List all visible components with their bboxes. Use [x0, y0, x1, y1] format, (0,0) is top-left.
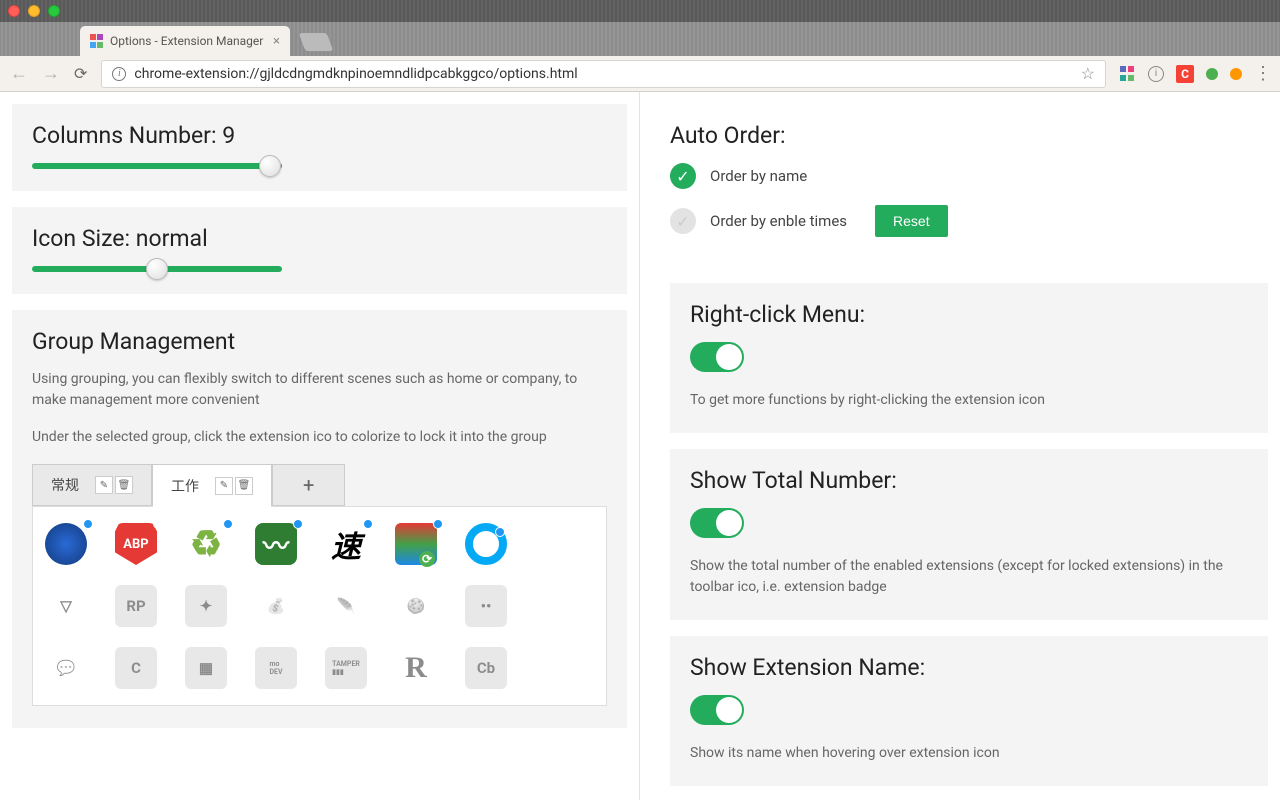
ext-reload-icon[interactable]: [395, 523, 437, 565]
extname-title: Show Extension Name:: [690, 654, 1248, 681]
columns-title: Columns Number: 9: [32, 122, 607, 149]
ext-activity-icon[interactable]: [255, 523, 297, 565]
browser-tabbar: Options - Extension Manager ×: [0, 22, 1280, 56]
ext-feather-icon[interactable]: 🪶: [325, 585, 367, 627]
left-column: Columns Number: 9 Icon Size: normal Grou…: [0, 92, 640, 800]
autoorder-title: Auto Order:: [670, 122, 1268, 149]
ext-wechat-icon[interactable]: 💬: [45, 647, 87, 689]
rightclick-desc: To get more functions by right-clicking …: [690, 390, 1248, 411]
window-titlebar: [0, 0, 1280, 22]
ext-speed-icon[interactable]: [325, 523, 367, 565]
group-tab-normal-label: 常规: [51, 475, 79, 495]
ext-rp-icon[interactable]: RP: [115, 585, 157, 627]
ext-1password-icon[interactable]: [45, 523, 87, 565]
radio-selected-icon: ✓: [670, 163, 696, 189]
ext-c-icon[interactable]: C: [1176, 65, 1194, 83]
show-total-number-section: Show Total Number: Show the total number…: [670, 449, 1268, 620]
site-info-icon[interactable]: i: [112, 67, 126, 81]
group-desc-1: Using grouping, you can flexibly switch …: [32, 369, 607, 411]
group-tabs: 常规 ✎ 🗑 工作 ✎ 🗑 +: [32, 464, 607, 507]
columns-slider-thumb[interactable]: [259, 155, 281, 177]
ext-recycle-icon[interactable]: [185, 523, 227, 565]
ext-funnel-icon[interactable]: ▽: [45, 585, 87, 627]
radio-order-by-name[interactable]: ✓ Order by name: [670, 163, 1268, 189]
tab-title: Options - Extension Manager: [110, 34, 263, 48]
ext-r-icon[interactable]: R: [395, 647, 437, 689]
extname-desc: Show its name when hovering over extensi…: [690, 743, 1248, 764]
radio-times-label: Order by enble times: [710, 212, 847, 230]
total-toggle[interactable]: [690, 508, 744, 538]
browser-toolbar: ← → ⟳ i chrome-extension://gjldcdngmdknp…: [0, 56, 1280, 92]
auto-order-section: Auto Order: ✓ Order by name ✓ Order by e…: [670, 122, 1268, 283]
ext-moneybag-icon[interactable]: 💰: [255, 585, 297, 627]
ext-tiles-icon[interactable]: ▦: [185, 647, 227, 689]
ext-puzzle-icon[interactable]: ✦: [185, 585, 227, 627]
ext-row-3: 💬 C ▦ moDEV TAMPER▮▮▮ R Cb: [45, 647, 594, 689]
total-desc: Show the total number of the enabled ext…: [690, 556, 1248, 598]
right-click-menu-section: Right-click Menu: To get more functions …: [670, 283, 1268, 433]
show-extension-name-section: Show Extension Name: Show its name when …: [670, 636, 1268, 786]
url-text: chrome-extension://gjldcdngmdknpinoemndl…: [134, 66, 577, 82]
group-tab-add[interactable]: +: [272, 464, 345, 506]
ext-cb-icon[interactable]: Cb: [465, 647, 507, 689]
columns-slider[interactable]: [32, 163, 282, 169]
group-tab-delete-icon[interactable]: 🗑: [235, 477, 253, 495]
extname-toggle[interactable]: [690, 695, 744, 725]
group-tab-edit-icon[interactable]: ✎: [95, 476, 113, 494]
browser-menu-icon[interactable]: ⋮: [1254, 63, 1270, 84]
extensions-panel: ABP ▽ RP ✦ 💰 🪶 🍪 •• 💬: [32, 507, 607, 706]
group-tab-delete-icon[interactable]: 🗑: [115, 476, 133, 494]
ext-c-icon[interactable]: C: [115, 647, 157, 689]
radio-order-by-times[interactable]: ✓ Order by enble times Reset: [670, 205, 1268, 237]
group-tab-work[interactable]: 工作 ✎ 🗑: [152, 464, 272, 507]
right-column: Auto Order: ✓ Order by name ✓ Order by e…: [640, 92, 1280, 800]
group-desc-2: Under the selected group, click the exte…: [32, 427, 607, 448]
group-management-card: Group Management Using grouping, you can…: [12, 310, 627, 728]
page-content: Columns Number: 9 Icon Size: normal Grou…: [0, 92, 1280, 800]
nav-reload-icon[interactable]: ⟳: [74, 64, 87, 83]
ext-chrome-dev-icon[interactable]: moDEV: [255, 647, 297, 689]
iconsize-slider-thumb[interactable]: [146, 258, 168, 280]
reset-button[interactable]: Reset: [875, 205, 948, 237]
ext-manager-icon[interactable]: [1120, 66, 1136, 82]
columns-number-card: Columns Number: 9: [12, 104, 627, 191]
tab-close-icon[interactable]: ×: [273, 34, 280, 49]
iconsize-title: Icon Size: normal: [32, 225, 607, 252]
toolbar-extensions: i C ⋮: [1120, 63, 1270, 84]
group-tab-work-label: 工作: [171, 476, 199, 496]
url-bar[interactable]: i chrome-extension://gjldcdngmdknpinoemn…: [101, 60, 1106, 88]
window-maximize-button[interactable]: [48, 5, 60, 17]
browser-tab-active[interactable]: Options - Extension Manager ×: [80, 26, 290, 56]
tab-favicon-icon: [90, 34, 104, 48]
info-icon[interactable]: i: [1148, 66, 1164, 82]
iconsize-slider[interactable]: [32, 266, 282, 272]
icon-size-card: Icon Size: normal: [12, 207, 627, 294]
group-title: Group Management: [32, 328, 607, 355]
ext-orange-dot-icon[interactable]: [1230, 68, 1242, 80]
group-tab-edit-icon[interactable]: ✎: [215, 477, 233, 495]
window-controls: [8, 5, 60, 17]
radio-name-label: Order by name: [710, 167, 807, 185]
ext-cookie-icon[interactable]: 🍪: [395, 585, 437, 627]
ext-row-2: ▽ RP ✦ 💰 🪶 🍪 ••: [45, 585, 594, 627]
group-tab-normal[interactable]: 常规 ✎ 🗑: [32, 464, 152, 506]
total-title: Show Total Number:: [690, 467, 1248, 494]
nav-forward-icon[interactable]: →: [42, 63, 60, 84]
ext-row-1: ABP: [45, 523, 594, 565]
ext-adblockplus-icon[interactable]: ABP: [115, 523, 157, 565]
nav-back-icon[interactable]: ←: [10, 63, 28, 84]
window-close-button[interactable]: [8, 5, 20, 17]
ext-green-dot-icon[interactable]: [1206, 68, 1218, 80]
bookmark-star-icon[interactable]: ☆: [1081, 64, 1095, 83]
ext-tamper-icon[interactable]: TAMPER▮▮▮: [325, 647, 367, 689]
rightclick-title: Right-click Menu:: [690, 301, 1248, 328]
rightclick-toggle[interactable]: [690, 342, 744, 372]
window-minimize-button[interactable]: [28, 5, 40, 17]
ext-dots-icon[interactable]: ••: [465, 585, 507, 627]
radio-unselected-icon: ✓: [670, 208, 696, 234]
ext-circle-icon[interactable]: [465, 523, 507, 565]
new-tab-button[interactable]: [299, 33, 334, 51]
